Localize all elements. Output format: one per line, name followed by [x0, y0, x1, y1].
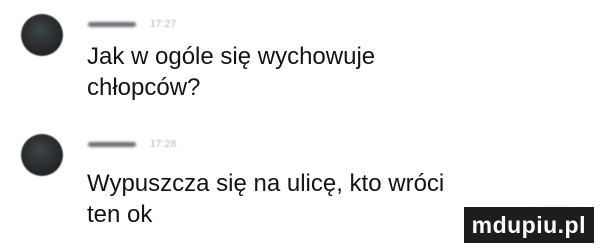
watermark: mdupiu.pl — [463, 207, 594, 243]
message-text: Wypuszcza się na ulicę, kto wróci ten ok — [87, 170, 445, 228]
author-name[interactable] — [88, 21, 136, 27]
message-header: 17:28 — [88, 138, 177, 150]
message-header: 17:27 — [88, 18, 177, 30]
timestamp: 17:27 — [150, 18, 177, 30]
timestamp: 17:28 — [150, 138, 177, 150]
author-name[interactable] — [88, 141, 136, 147]
avatar[interactable] — [21, 14, 63, 56]
avatar[interactable] — [21, 134, 63, 176]
watermark-text: mdupiu.pl — [471, 211, 586, 238]
message-text: Jak w ogóle się wychowuje chłopców? — [87, 43, 376, 101]
